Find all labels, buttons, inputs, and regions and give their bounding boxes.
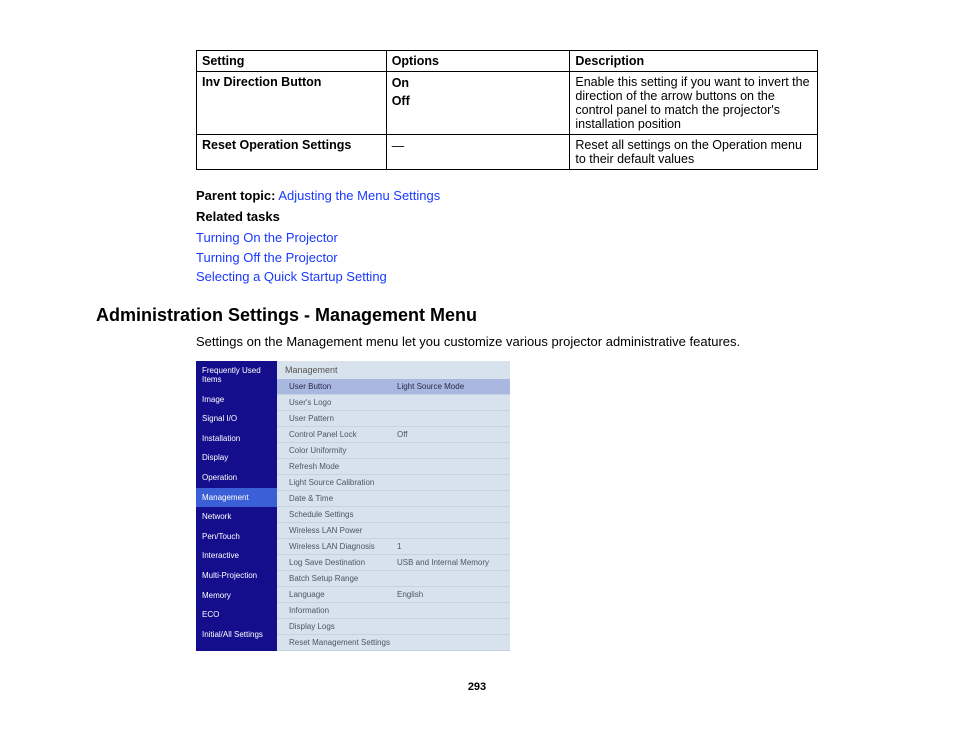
projector-row-value <box>397 414 510 423</box>
projector-sidebar-item: Multi-Projection <box>196 566 277 586</box>
projector-sidebar-item: Initial/All Settings <box>196 625 277 645</box>
projector-row-label: Information <box>289 606 397 615</box>
projector-sidebar-item: ECO <box>196 605 277 625</box>
projector-menu-row: User ButtonLight Source Mode <box>277 379 510 395</box>
projector-menu-row: Display Logs <box>277 619 510 635</box>
section-intro: Settings on the Management menu let you … <box>196 334 858 349</box>
cell-setting: Reset Operation Settings <box>197 135 387 170</box>
table-row: Reset Operation Settings — Reset all set… <box>197 135 818 170</box>
projector-row-value <box>397 606 510 615</box>
projector-menu-row: Date & Time <box>277 491 510 507</box>
projector-menu-row: User Pattern <box>277 411 510 427</box>
projector-sidebar-item: Installation <box>196 429 277 449</box>
projector-row-value: Light Source Mode <box>397 382 510 391</box>
projector-row-label: User Button <box>289 382 397 391</box>
projector-menu-row: Control Panel LockOff <box>277 427 510 443</box>
col-description: Description <box>570 51 818 72</box>
projector-sidebar-item: Signal I/O <box>196 409 277 429</box>
projector-menu-row: Wireless LAN Power <box>277 523 510 539</box>
projector-menu-row: Batch Setup Range <box>277 571 510 587</box>
projector-sidebar-item: Image <box>196 390 277 410</box>
projector-sidebar-item: Frequently Used Items <box>196 361 277 390</box>
projector-sidebar-item: Memory <box>196 586 277 606</box>
projector-row-value <box>397 638 510 647</box>
projector-sidebar-item: Management <box>196 488 277 508</box>
projector-sidebar-item: Display <box>196 448 277 468</box>
projector-row-label: Language <box>289 590 397 599</box>
related-link[interactable]: Selecting a Quick Startup Setting <box>196 267 858 287</box>
projector-menu-row: Light Source Calibration <box>277 475 510 491</box>
page-number: 293 <box>96 681 858 693</box>
projector-row-label: User Pattern <box>289 414 397 423</box>
projector-row-label: Batch Setup Range <box>289 574 397 583</box>
projector-row-label: User's Logo <box>289 398 397 407</box>
projector-row-label: Wireless LAN Diagnosis <box>289 542 397 551</box>
projector-row-value <box>397 398 510 407</box>
projector-menu-row: Color Uniformity <box>277 443 510 459</box>
projector-sidebar-item: Network <box>196 507 277 527</box>
col-setting: Setting <box>197 51 387 72</box>
related-link[interactable]: Turning Off the Projector <box>196 248 858 268</box>
projector-item-list: User ButtonLight Source ModeUser's LogoU… <box>277 379 510 651</box>
table-row: Inv Direction Button On Off Enable this … <box>197 72 818 135</box>
projector-menu-row: Refresh Mode <box>277 459 510 475</box>
projector-row-label: Date & Time <box>289 494 397 503</box>
projector-row-label: Control Panel Lock <box>289 430 397 439</box>
parent-topic-link[interactable]: Adjusting the Menu Settings <box>278 188 440 203</box>
projector-menu-screenshot: Frequently Used ItemsImageSignal I/OInst… <box>196 361 510 651</box>
parent-topic-label: Parent topic: <box>196 188 275 203</box>
projector-row-label: Reset Management Settings <box>289 638 397 647</box>
col-options: Options <box>386 51 570 72</box>
cell-description: Reset all settings on the Operation menu… <box>570 135 818 170</box>
projector-menu-row: Reset Management Settings <box>277 635 510 651</box>
parent-topic: Parent topic: Adjusting the Menu Setting… <box>196 188 858 203</box>
projector-row-value <box>397 462 510 471</box>
projector-row-value: English <box>397 590 510 599</box>
projector-main-header: Management <box>277 361 510 379</box>
projector-row-label: Display Logs <box>289 622 397 631</box>
projector-row-value <box>397 622 510 631</box>
related-tasks: Related tasks Turning On the Projector T… <box>196 209 858 287</box>
projector-main: Management User ButtonLight Source ModeU… <box>277 361 510 651</box>
related-link[interactable]: Turning On the Projector <box>196 228 858 248</box>
projector-menu-row: Wireless LAN Diagnosis1 <box>277 539 510 555</box>
table-header-row: Setting Options Description <box>197 51 818 72</box>
projector-row-label: Light Source Calibration <box>289 478 397 487</box>
projector-row-value <box>397 510 510 519</box>
projector-menu-row: Schedule Settings <box>277 507 510 523</box>
projector-row-label: Wireless LAN Power <box>289 526 397 535</box>
projector-menu-row: Information <box>277 603 510 619</box>
projector-sidebar-item: Pen/Touch <box>196 527 277 547</box>
projector-sidebar-item: Interactive <box>196 546 277 566</box>
section-heading: Administration Settings - Management Men… <box>96 305 858 326</box>
projector-menu-row: Log Save DestinationUSB and Internal Mem… <box>277 555 510 571</box>
projector-row-value <box>397 494 510 503</box>
projector-menu-row: User's Logo <box>277 395 510 411</box>
projector-row-value <box>397 526 510 535</box>
projector-row-value <box>397 574 510 583</box>
projector-row-value: USB and Internal Memory <box>397 558 510 567</box>
cell-options: On Off <box>386 72 570 135</box>
projector-sidebar: Frequently Used ItemsImageSignal I/OInst… <box>196 361 277 651</box>
projector-row-label: Color Uniformity <box>289 446 397 455</box>
cell-options: — <box>386 135 570 170</box>
settings-table: Setting Options Description Inv Directio… <box>196 50 818 170</box>
projector-row-value <box>397 446 510 455</box>
projector-row-label: Refresh Mode <box>289 462 397 471</box>
projector-row-value <box>397 478 510 487</box>
cell-setting: Inv Direction Button <box>197 72 387 135</box>
projector-row-value: 1 <box>397 542 510 551</box>
projector-sidebar-item: Operation <box>196 468 277 488</box>
projector-menu-row: LanguageEnglish <box>277 587 510 603</box>
projector-row-value: Off <box>397 430 510 439</box>
document-page: Setting Options Description Inv Directio… <box>0 0 954 723</box>
cell-description: Enable this setting if you want to inver… <box>570 72 818 135</box>
projector-row-label: Schedule Settings <box>289 510 397 519</box>
related-tasks-label: Related tasks <box>196 209 858 224</box>
projector-row-label: Log Save Destination <box>289 558 397 567</box>
